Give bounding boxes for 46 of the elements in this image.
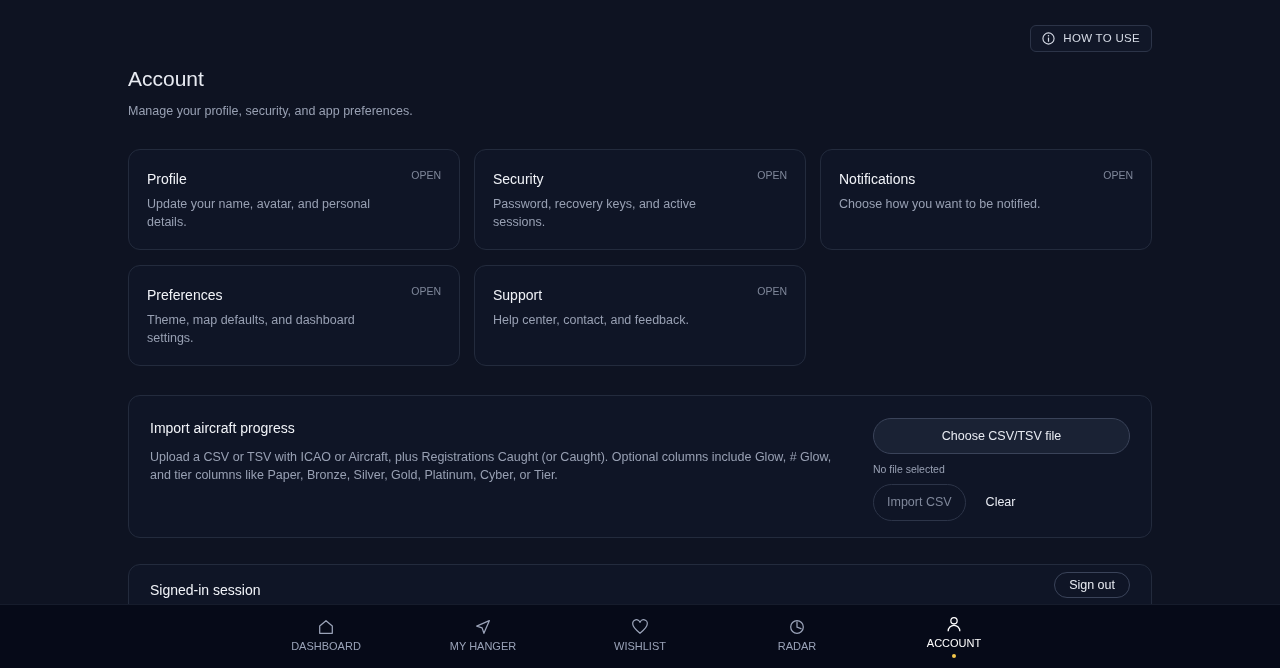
page-title: Account (128, 66, 204, 92)
open-link[interactable]: OPEN (757, 283, 787, 300)
open-link[interactable]: OPEN (411, 283, 441, 300)
nav-tab[interactable]: RADAR (718, 605, 876, 668)
tab-label: DASHBOARD (291, 639, 361, 655)
card-description: Help center, contact, and feedback. (493, 311, 690, 329)
tab-label: WISHLIST (614, 639, 666, 655)
card-description: Theme, map defaults, and dashboard settings. (147, 311, 356, 347)
active-dot (952, 654, 956, 658)
nav-tab[interactable]: WISHLIST (561, 605, 719, 668)
card-title: Notifications (839, 169, 916, 189)
clear-button[interactable]: Clear (965, 485, 1036, 520)
tab-label: RADAR (777, 639, 817, 655)
settings-card[interactable]: Profile Update your name, avatar, and personal details. OPEN (128, 148, 460, 250)
home-icon (317, 618, 335, 637)
clock-icon (788, 618, 806, 637)
card-title: Profile (147, 169, 187, 189)
tab-label: MY HANGER (449, 639, 517, 655)
panel-description: Upload a CSV or TSV with ICAO or Aircraft, plus Registrations Caught (or Caught). Optional columns include Glow, # Glow, and tier columns like Paper, Bronze, Silver, Gold, Platinum, Cyber, or Tier. (150, 448, 833, 484)
card-title: Security (493, 169, 544, 189)
settings-card[interactable]: Preferences Theme, map defaults, and dashboard settings. OPEN (128, 264, 460, 366)
settings-card[interactable]: Support Help center, contact, and feedback. OPEN (474, 264, 806, 366)
tab-label: ACCOUNT (926, 635, 982, 651)
user-icon (945, 614, 963, 633)
open-link[interactable]: OPEN (757, 167, 787, 184)
card-description: Choose how you want to be notified. (839, 195, 1042, 213)
card-description: Update your name, avatar, and personal details. (147, 195, 372, 231)
nav-tab[interactable]: ACCOUNT (875, 605, 1033, 668)
card-description: Password, recovery keys, and active sessions. (493, 195, 697, 231)
card-title: Support (493, 285, 543, 305)
panel-title: Import aircraft progress (150, 418, 295, 438)
card-title: Preferences (147, 285, 223, 305)
help-button[interactable]: HOW TO USE (1030, 25, 1152, 53)
settings-card[interactable]: Notifications Choose how you want to be notified. OPEN (820, 148, 1152, 250)
nav-tab[interactable]: MY HANGER (404, 605, 562, 668)
choose-file-button[interactable]: Choose CSV/TSV file (873, 417, 1130, 455)
page-subtitle: Manage your profile, security, and app preferences. (128, 102, 414, 120)
open-link[interactable]: OPEN (411, 167, 441, 184)
paper-plane-icon (474, 618, 492, 637)
settings-card[interactable]: Security Password, recovery keys, and active sessions. OPEN (474, 148, 806, 250)
nav-tab[interactable]: DASHBOARD (247, 605, 405, 668)
panel-title: Signed-in session (150, 580, 261, 600)
file-status: No file selected (873, 462, 946, 478)
open-link[interactable]: OPEN (1103, 167, 1133, 184)
info-icon (1042, 32, 1056, 46)
heart-icon (631, 618, 649, 637)
